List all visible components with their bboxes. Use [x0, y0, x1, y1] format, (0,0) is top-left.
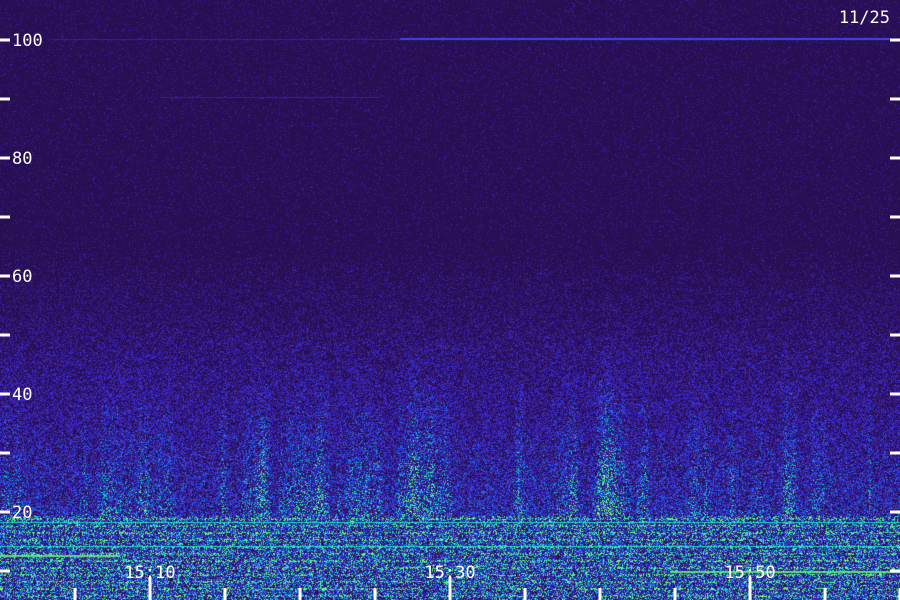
y-major-tick — [0, 510, 10, 514]
x-minor-tick — [298, 588, 302, 600]
y-minor-tick — [0, 569, 10, 573]
y-tick-label: 40 — [12, 385, 32, 405]
y-right-tick — [890, 97, 900, 101]
x-tick-label: 15:10 — [124, 563, 175, 583]
x-minor-tick — [598, 588, 602, 600]
y-minor-tick — [0, 451, 10, 455]
y-major-tick — [0, 156, 10, 160]
y-right-tick — [890, 333, 900, 337]
y-tick-label: 80 — [12, 149, 32, 169]
y-right-tick — [890, 156, 900, 160]
y-axis: 100 80 60 40 20 — [0, 31, 900, 573]
y-right-tick — [890, 215, 900, 219]
y-major-tick — [0, 38, 10, 42]
y-right-tick — [890, 274, 900, 278]
y-right-tick — [890, 569, 900, 573]
x-tick-label: 15:30 — [424, 563, 475, 583]
y-right-tick — [890, 451, 900, 455]
y-right-tick — [890, 392, 900, 396]
y-tick-label: 100 — [12, 31, 43, 51]
x-minor-tick — [223, 588, 227, 600]
x-minor-tick — [523, 588, 527, 600]
y-tick-label: 20 — [12, 503, 32, 523]
y-minor-tick — [0, 97, 10, 101]
x-minor-tick — [673, 588, 677, 600]
y-major-tick — [0, 392, 10, 396]
y-minor-tick — [0, 333, 10, 337]
y-major-tick — [0, 274, 10, 278]
date-label: 11/25 — [839, 8, 890, 28]
x-tick-label: 15:50 — [724, 563, 775, 583]
x-axis: 15:10 15:30 15:50 — [73, 563, 900, 600]
y-right-tick — [890, 38, 900, 42]
y-right-tick — [890, 510, 900, 514]
spectrogram-panel: 100 80 60 40 20 15:10 15:30 15:50 11/25 — [0, 0, 900, 600]
x-minor-tick — [373, 588, 377, 600]
y-minor-tick — [0, 215, 10, 219]
spectrogram-axes: 100 80 60 40 20 15:10 15:30 15:50 11/25 — [0, 8, 900, 600]
x-minor-tick — [73, 588, 77, 600]
y-tick-label: 60 — [12, 267, 32, 287]
x-minor-tick — [823, 588, 827, 600]
